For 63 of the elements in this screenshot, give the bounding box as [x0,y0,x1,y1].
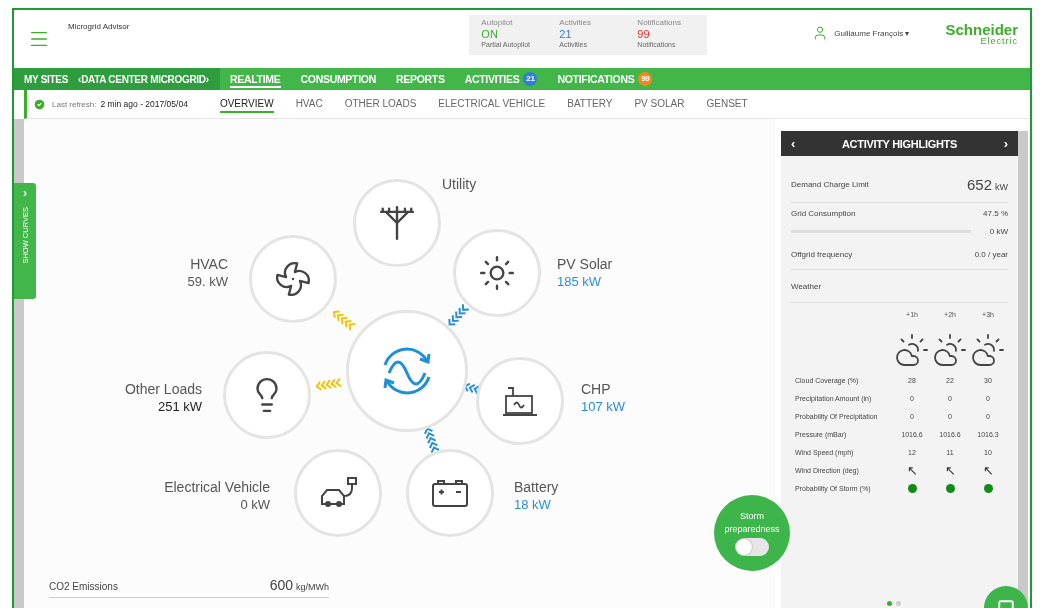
check-icon [33,97,46,111]
brand-logo: Schneider Electric [945,22,1018,46]
node-value: 251 kW [157,399,202,414]
sun-icon [478,254,516,292]
node-label: HVAC [190,256,228,272]
panel-title: ACTIVITY HIGHLIGHTS [841,137,958,150]
cloud-sun-icon [894,332,930,368]
metric-label: Offgrid frequency [791,249,853,259]
fan-icon [274,260,312,298]
toggle-switch[interactable] [735,538,769,557]
node-label: Electrical Vehicle [164,479,270,495]
wind-arrow: ↖ [943,461,957,479]
sub-tab[interactable]: ELECTRICAL VEHICLE [438,95,546,113]
count-badge: 99 [638,71,653,86]
status-label: Notifications [637,18,682,27]
metric-label: CO2 Emissions [49,581,118,592]
sub-tab[interactable]: BATTERY [567,95,613,113]
page-dot[interactable] [887,601,892,606]
previous-button[interactable]: ‹ [791,136,796,151]
metric-label: Grid Consumption [791,208,856,218]
refresh-label: Last refresh: [52,99,97,109]
page-dot[interactable] [896,601,901,606]
wind-arrow: ↖ [981,461,995,479]
sub-tab[interactable]: OTHER LOADS [344,95,417,113]
status-value: 99 [637,28,650,40]
sub-tab[interactable]: OVERVIEW [219,95,274,113]
next-button[interactable]: › [1003,136,1008,151]
nav-tab[interactable]: ACTIVITIES 21 [464,69,538,89]
metric-value: 652 kW [966,175,1008,193]
status-value: ON [481,28,498,40]
node-label: CHP [581,381,611,397]
refresh-time: 2 min ago - 2017/05/04 [100,99,188,109]
node-label: Other Loads [124,381,202,397]
battery-icon [430,477,470,509]
node-label: PV Solar [557,256,613,272]
node-value: 59. kW [187,274,228,289]
wind-arrow: ↖ [905,461,919,479]
sub-tab[interactable]: GENSET [706,95,748,113]
metric-value: 0 kW [989,226,1008,236]
power-pylon-icon [378,204,416,242]
site-selector[interactable]: ‹DATA CENTER MICROGRID› [78,73,209,85]
node-label: Battery [514,479,559,495]
metric-value: 600 kg/MWh [269,577,329,593]
status-label: Autopilot [481,18,514,27]
cloud-sun-icon [970,332,1006,368]
count-badge: 21 [523,71,538,86]
cloud-sun-icon [932,332,968,368]
node-value: 0 kW [240,497,270,512]
status-value: 21 [559,28,572,40]
sub-tab[interactable]: PV SOLAR [634,95,685,113]
node-value: 18 kW [514,497,551,512]
metric-value: 47.5 % [983,208,1008,218]
metric-value: 0.0 / year [974,249,1008,259]
sub-tab[interactable]: HVAC [295,95,323,113]
node-label: Utility [442,176,477,192]
user-name[interactable]: Guillaume François ▾ [834,28,910,38]
node-value: 185 kW [557,274,602,289]
my-sites-link[interactable]: MY SITES [24,73,69,85]
status-label: Activities [559,18,592,27]
section-heading: Weather [791,281,822,291]
node-value: 107 kW [581,399,626,414]
metric-label: Demand Charge Limit [791,179,869,189]
app-title: Microgrid Advisor [68,22,130,31]
